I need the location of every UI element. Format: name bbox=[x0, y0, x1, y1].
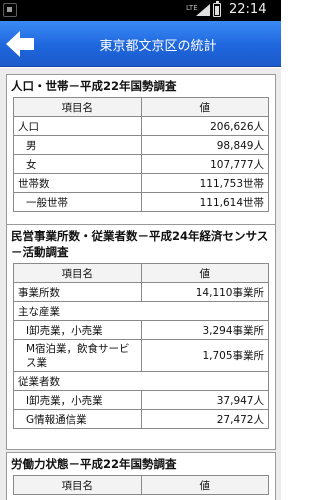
column-header-name: 項目名 bbox=[13, 263, 142, 283]
table-row: 一般世帯 111,614世帯 bbox=[13, 192, 269, 212]
row-value: 111,753世帯 bbox=[140, 173, 269, 193]
row-name: I卸売業，小売業 bbox=[13, 390, 142, 410]
row-value: 3,294事業所 bbox=[140, 320, 269, 340]
table-row: 女 107,777人 bbox=[13, 154, 269, 174]
table-row: G情報通信業 27,472人 bbox=[13, 409, 269, 429]
column-header-value: 値 bbox=[140, 263, 269, 283]
page-title: 東京都文京区の統計 bbox=[99, 39, 217, 54]
stats-table: 項目名 値 事業所数 14,110事業所 主な産業 I卸売業，小売業 3,294… bbox=[13, 263, 269, 429]
table-row: 世帯数 111,753世帯 bbox=[13, 173, 269, 193]
table-row: 事業所数 14,110事業所 bbox=[13, 282, 269, 302]
row-name: I卸売業，小売業 bbox=[13, 320, 142, 340]
row-name: 世帯数 bbox=[13, 173, 142, 193]
table-row: 人口 206,626人 bbox=[13, 116, 269, 136]
signal-icon bbox=[196, 4, 210, 16]
section-population: 人口・世帯－平成22年国勢調査 項目名 値 人口 206,626人 男 98,8… bbox=[6, 74, 276, 230]
column-header-name: 項目名 bbox=[13, 475, 142, 495]
table-group-row: 従業者数 bbox=[13, 371, 269, 391]
row-group-label: 主な産業 bbox=[13, 301, 269, 321]
column-header-value: 値 bbox=[140, 97, 269, 117]
section-labor-force: 労働力状態－平成22年国勢調査 項目名 値 bbox=[6, 452, 276, 500]
section-title: 労働力状態－平成22年国勢調査 bbox=[11, 457, 177, 471]
notification-icon bbox=[3, 3, 17, 17]
row-value: 111,614世帯 bbox=[140, 192, 269, 212]
status-bar: LTE 22:14 bbox=[0, 0, 281, 21]
row-name: 人口 bbox=[13, 116, 142, 136]
table-header-row: 項目名 値 bbox=[13, 97, 269, 117]
stats-table: 項目名 値 bbox=[13, 475, 269, 495]
row-value: 37,947人 bbox=[140, 390, 269, 410]
title-bar: 東京都文京区の統計 bbox=[0, 21, 281, 67]
table-row: I卸売業，小売業 3,294事業所 bbox=[13, 320, 269, 340]
row-name: M宿泊業，飲食サービス業 bbox=[13, 339, 142, 372]
column-header-value: 値 bbox=[140, 475, 269, 495]
row-name: 女 bbox=[13, 154, 142, 174]
row-value: 14,110事業所 bbox=[140, 282, 269, 302]
row-value: 107,777人 bbox=[140, 154, 269, 174]
row-value: 1,705事業所 bbox=[140, 339, 269, 372]
row-value: 206,626人 bbox=[140, 116, 269, 136]
table-row: M宿泊業，飲食サービス業 1,705事業所 bbox=[13, 339, 269, 372]
battery-icon bbox=[213, 1, 221, 17]
row-group-label: 従業者数 bbox=[13, 371, 269, 391]
section-establishments: 民営事業所数・従業者数－平成24年経済センサス－活動調査 項目名 値 事業所数 … bbox=[6, 224, 276, 450]
table-row: 男 98,849人 bbox=[13, 135, 269, 155]
row-name: 男 bbox=[13, 135, 142, 155]
arrow-left-icon bbox=[6, 31, 34, 57]
section-title: 民営事業所数・従業者数－平成24年経済センサス－活動調査 bbox=[11, 229, 269, 259]
back-button[interactable] bbox=[4, 28, 36, 60]
clock: 22:14 bbox=[229, 2, 267, 17]
table-header-row: 項目名 値 bbox=[13, 263, 269, 283]
column-header-name: 項目名 bbox=[13, 97, 142, 117]
stats-table: 項目名 値 人口 206,626人 男 98,849人 女 107,777人 世… bbox=[13, 97, 269, 212]
table-group-row: 主な産業 bbox=[13, 301, 269, 321]
row-value: 27,472人 bbox=[140, 409, 269, 429]
row-name: 一般世帯 bbox=[13, 192, 142, 212]
row-value: 98,849人 bbox=[140, 135, 269, 155]
row-name: 事業所数 bbox=[13, 282, 142, 302]
row-name: G情報通信業 bbox=[13, 409, 142, 429]
section-title: 人口・世帯－平成22年国勢調査 bbox=[11, 79, 177, 93]
content-area[interactable]: 人口・世帯－平成22年国勢調査 項目名 値 人口 206,626人 男 98,8… bbox=[0, 68, 281, 500]
table-header-row: 項目名 値 bbox=[13, 475, 269, 495]
table-row: I卸売業，小売業 37,947人 bbox=[13, 390, 269, 410]
